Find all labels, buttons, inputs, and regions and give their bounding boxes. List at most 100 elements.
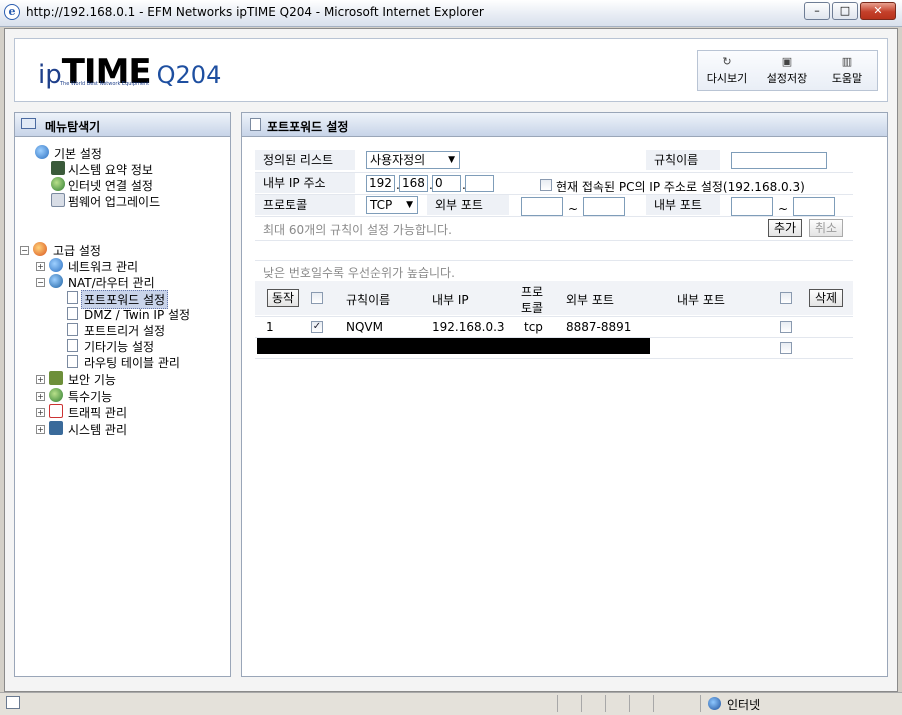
ext-port-start-input[interactable] xyxy=(521,197,563,216)
system-icon xyxy=(49,421,63,435)
expand-toggle-security[interactable]: + xyxy=(36,375,45,384)
page-title: 포트포워드 설정 xyxy=(267,120,349,134)
status-divider xyxy=(653,695,654,712)
rule-row-name: NQVM xyxy=(346,320,383,334)
globe-icon xyxy=(35,145,49,159)
menu-routing-table[interactable]: 라우팅 테이블 관리 xyxy=(84,354,180,371)
protocol-select[interactable]: TCP ▼ xyxy=(366,196,418,214)
int-port-end-input[interactable] xyxy=(793,197,835,216)
delete-all-checkbox[interactable] xyxy=(780,292,792,304)
cancel-button[interactable]: 취소 xyxy=(809,219,843,237)
action-button[interactable]: 동작 xyxy=(267,289,299,307)
system-summary-icon xyxy=(51,161,65,175)
dropdown-arrow-icon: ▼ xyxy=(406,200,413,210)
rule-row-enable-checkbox[interactable]: ✓ xyxy=(311,321,323,333)
minimize-button[interactable]: – xyxy=(804,2,830,20)
doc-icon xyxy=(250,118,261,131)
network-icon xyxy=(49,258,63,272)
rule-row-delete-checkbox[interactable] xyxy=(780,321,792,333)
defined-list-select[interactable]: 사용자정의 ▼ xyxy=(366,151,460,169)
save-icon: ▣ xyxy=(781,55,793,68)
nat-router-icon xyxy=(49,274,63,288)
int-port-tilde: ~ xyxy=(778,202,789,216)
maximize-button[interactable]: □ xyxy=(832,2,858,20)
int-port-start-input[interactable] xyxy=(731,197,773,216)
rule-row-protocol: tcp xyxy=(524,320,543,334)
menu-port-trigger[interactable]: 포트트리거 설정 xyxy=(84,322,165,339)
menu-dmz-twin-ip[interactable]: DMZ / Twin IP 설정 xyxy=(84,306,190,323)
row-divider xyxy=(255,316,853,317)
collapse-toggle-advanced[interactable]: − xyxy=(20,246,29,255)
protocol-value: TCP xyxy=(370,198,393,212)
menu-firmware-upgrade[interactable]: 펌웨어 업그레이드 xyxy=(68,193,160,210)
menu-network-management[interactable]: 네트워크 관리 xyxy=(68,258,138,275)
max-rules-note: 최대 60개의 규칙이 설정 가능합니다. xyxy=(263,223,452,237)
menu-misc-settings[interactable]: 기타기능 설정 xyxy=(84,338,154,355)
help-book-icon: ▥ xyxy=(841,55,853,68)
rule-row-number: 1 xyxy=(266,320,274,334)
menu-internet-connection[interactable]: 인터넷 연결 설정 xyxy=(68,177,153,194)
status-bar xyxy=(0,692,902,715)
expand-toggle-traffic[interactable]: + xyxy=(36,408,45,417)
delete-button[interactable]: 삭제 xyxy=(809,289,843,307)
ip-octet-4[interactable] xyxy=(465,175,494,192)
help-button[interactable]: ▥ 도움말 xyxy=(818,51,876,90)
col-protocol-line2: 토콜 xyxy=(521,301,544,315)
doc-icon xyxy=(67,307,78,320)
title-bar: e http://192.168.0.1 - EFM Networks ipTI… xyxy=(0,0,902,27)
refresh-label: 다시보기 xyxy=(706,72,748,85)
rule-row-2-delete-checkbox[interactable] xyxy=(780,342,792,354)
zone-label: 인터넷 xyxy=(727,698,761,712)
folder-icon xyxy=(21,118,36,129)
logo-ip: ip xyxy=(38,60,62,90)
use-current-pc-checkbox[interactable] xyxy=(540,179,552,191)
expand-toggle-special[interactable]: + xyxy=(36,392,45,401)
rule-table-header xyxy=(255,281,853,315)
menu-basic-settings[interactable]: 기본 설정 xyxy=(54,145,102,162)
defined-list-value: 사용자정의 xyxy=(370,153,426,167)
page-icon xyxy=(6,696,20,709)
menu-explorer-header: 메뉴탐색기 xyxy=(15,113,230,137)
int-port-label: 내부 포트 xyxy=(646,195,720,215)
priority-note: 낮은 번호일수록 우선순위가 높습니다. xyxy=(263,266,455,280)
logo-model: Q204 xyxy=(156,61,222,89)
ip-octet-1[interactable]: 192 xyxy=(366,175,395,192)
status-divider xyxy=(629,695,630,712)
add-button[interactable]: 추가 xyxy=(768,219,802,237)
save-label: 설정저장 xyxy=(766,72,808,85)
menu-system-summary[interactable]: 시스템 요약 정보 xyxy=(68,161,153,178)
select-all-checkbox[interactable] xyxy=(311,292,323,304)
use-current-pc-label: 현재 접속된 PC의 IP 주소로 설정(192.168.0.3) xyxy=(556,180,805,194)
protocol-label: 프로토콜 xyxy=(255,195,355,215)
expand-toggle-system[interactable]: + xyxy=(36,425,45,434)
close-button[interactable]: ✕ xyxy=(860,2,896,20)
ext-port-label: 외부 포트 xyxy=(427,195,509,215)
security-icon xyxy=(49,371,63,385)
col-inner-ip: 내부 IP xyxy=(432,293,469,307)
menu-special-features[interactable]: 특수기능 xyxy=(68,388,112,405)
doc-icon xyxy=(67,291,78,304)
logo-tagline: The World Best Network Equipment xyxy=(60,81,150,87)
row-divider xyxy=(255,358,853,359)
save-settings-button[interactable]: ▣ 설정저장 xyxy=(758,51,816,90)
status-divider xyxy=(700,695,701,712)
redacted-row xyxy=(257,338,650,354)
status-divider xyxy=(605,695,606,712)
menu-traffic-management[interactable]: 트래픽 관리 xyxy=(68,404,127,421)
refresh-button[interactable]: ↻ 다시보기 xyxy=(698,51,756,90)
doc-icon xyxy=(67,339,78,352)
rule-name-label: 규칙이름 xyxy=(646,150,720,170)
ext-port-end-input[interactable] xyxy=(583,197,625,216)
menu-advanced-settings[interactable]: 고급 설정 xyxy=(53,242,101,259)
ip-octet-2[interactable]: 168 xyxy=(399,175,428,192)
menu-nat-router[interactable]: NAT/라우터 관리 xyxy=(68,274,155,291)
refresh-icon: ↻ xyxy=(722,55,732,68)
expand-toggle-network[interactable]: + xyxy=(36,262,45,271)
ip-octet-3[interactable]: 0 xyxy=(432,175,461,192)
rule-name-input[interactable] xyxy=(731,152,827,169)
defined-list-label: 정의된 리스트 xyxy=(255,150,355,170)
menu-security[interactable]: 보안 기능 xyxy=(68,371,116,388)
ext-port-tilde: ~ xyxy=(568,202,579,216)
menu-system-management[interactable]: 시스템 관리 xyxy=(68,421,127,438)
collapse-toggle-nat[interactable]: − xyxy=(36,278,45,287)
